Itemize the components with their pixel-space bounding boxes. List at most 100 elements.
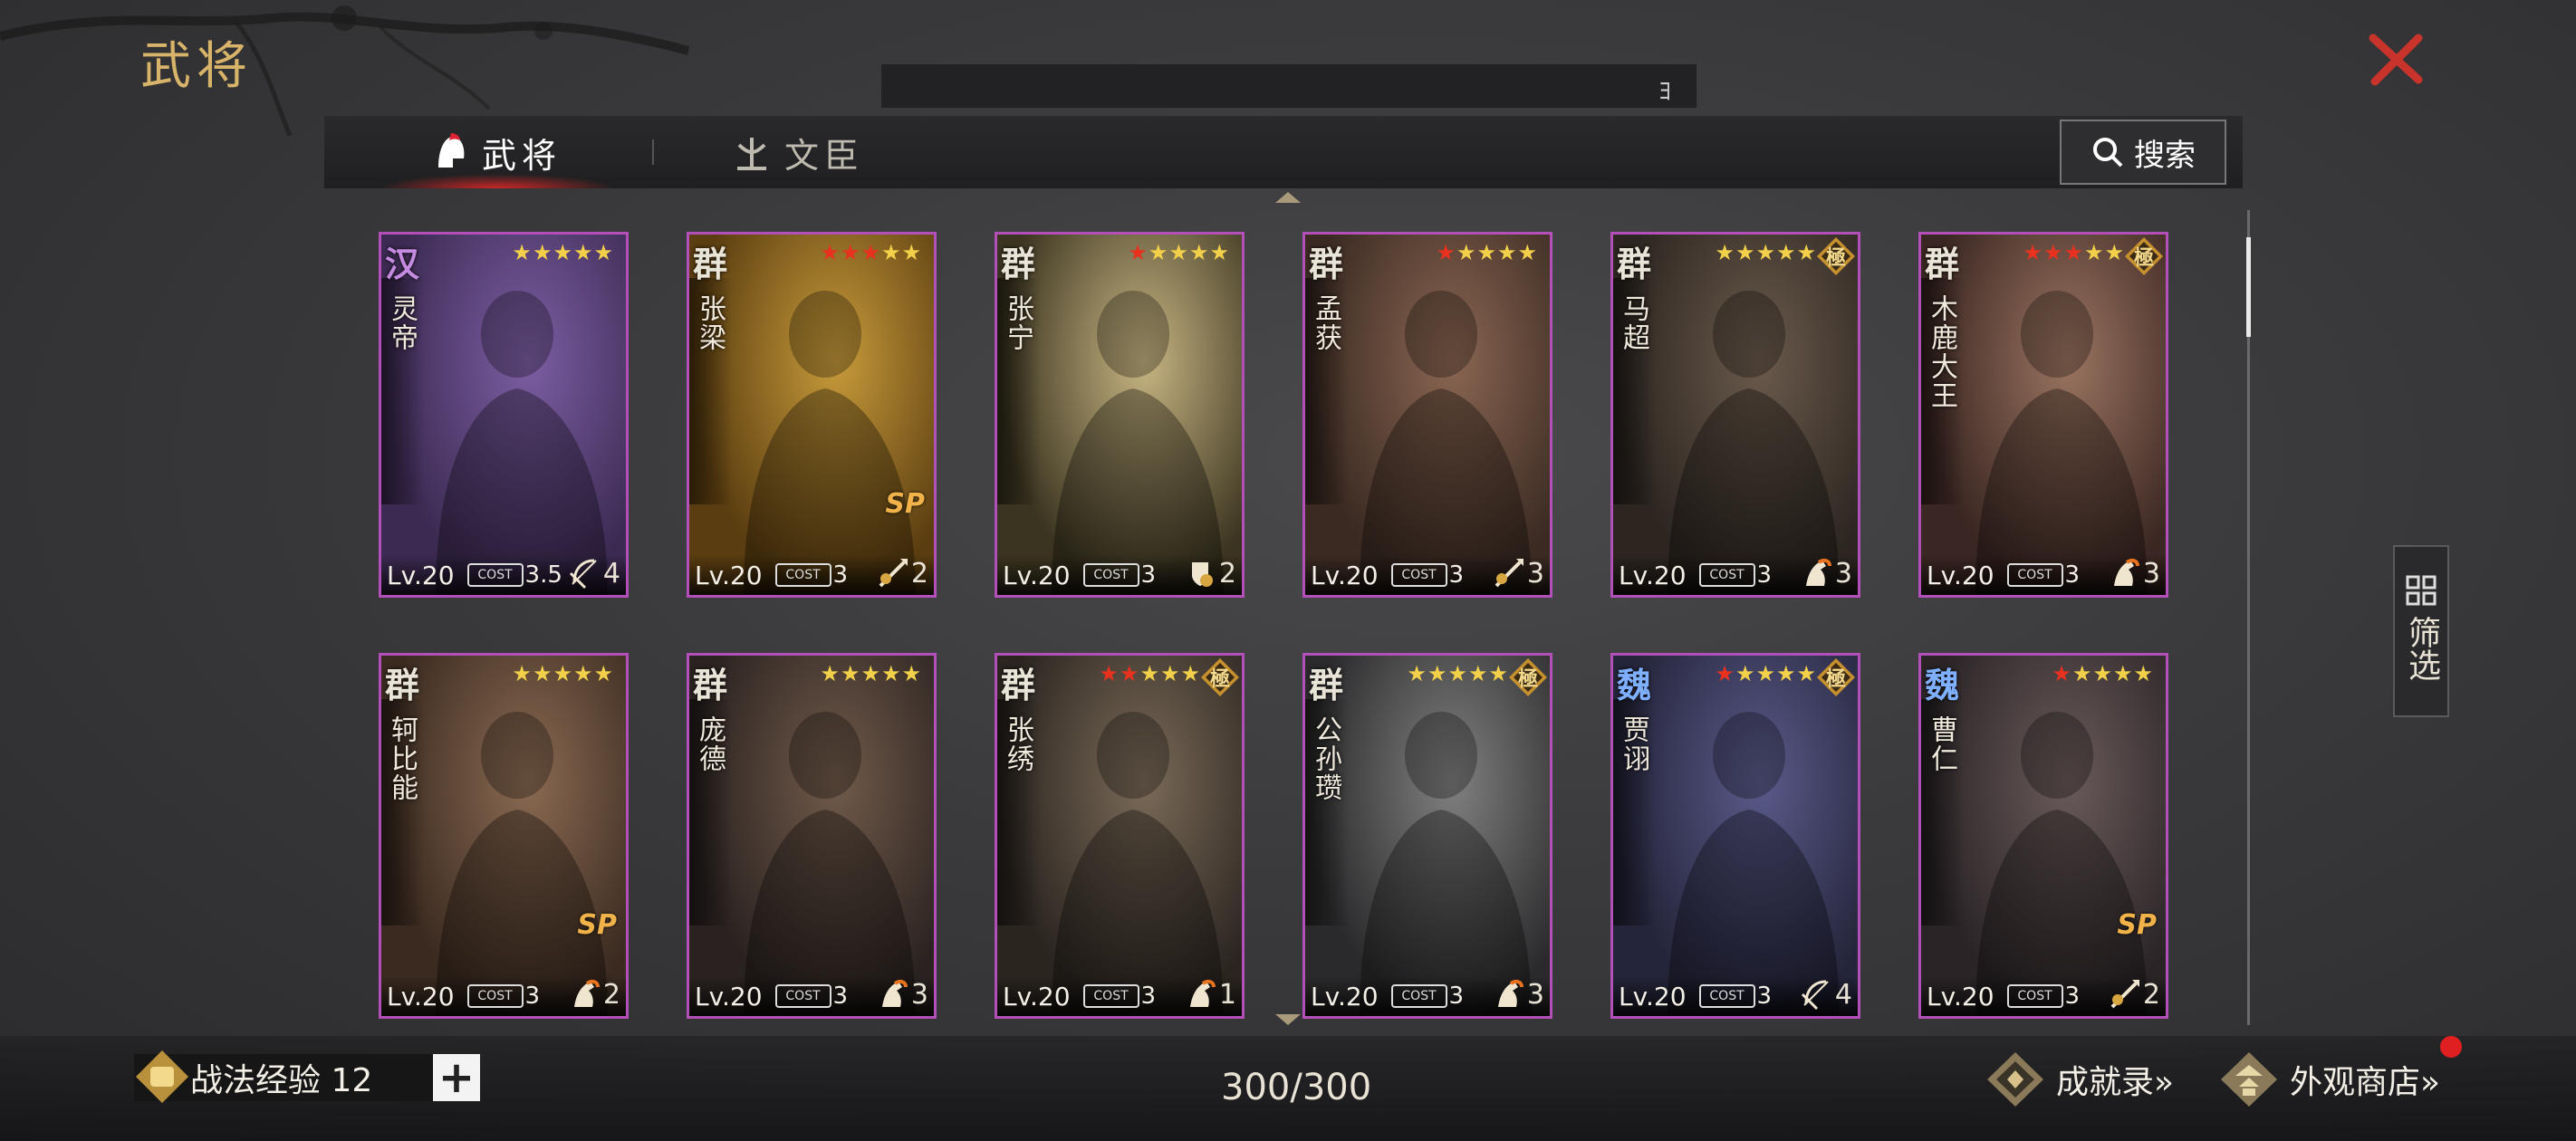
general-card[interactable]: 群张绣 ★ ★ ★ ★ ★ 極 Lv.20 COST 3 1 — [995, 653, 1245, 1019]
tab-bar: 武将 文臣 搜索 — [324, 116, 2243, 188]
cost-display: COST 3 — [1698, 983, 1772, 1010]
star-icon: ★ — [2092, 661, 2112, 686]
tab-ministers-label: 文臣 — [784, 135, 865, 176]
general-card[interactable]: 群张宁 ★ ★ ★ ★ ★ Lv.20 COST 3 2 — [995, 232, 1245, 598]
general-card[interactable]: 汉灵帝 ★ ★ ★ ★ ★ Lv.20 COST 3.5 4 — [379, 232, 629, 598]
general-card-grid: 汉灵帝 ★ ★ ★ ★ ★ Lv.20 COST 3.5 4 群张梁 ★ ★ ★ ★ ★ SP Lv.20 COST… — [379, 232, 2199, 1020]
tab-separator — [652, 139, 654, 165]
star-rating: ★ ★ ★ ★ ★ — [1407, 661, 1508, 686]
cost-icon: COST — [1698, 984, 1755, 1008]
ji-badge: 極 — [1508, 657, 1548, 697]
troop-type: 4 — [1799, 976, 1852, 1011]
red-star-icon: ★ — [2063, 240, 2083, 265]
general-card[interactable]: 群庞德 ★ ★ ★ ★ ★ Lv.20 COST 3 3 — [687, 653, 937, 1019]
star-icon: ★ — [1735, 240, 1755, 265]
sp-badge: SP — [577, 909, 617, 941]
general-name: 张梁 — [694, 294, 726, 352]
ji-label: 極 — [2133, 247, 2154, 270]
faction-label: 汉 — [385, 244, 420, 284]
ji-label: 極 — [1825, 668, 1846, 691]
star-icon: ★ — [1796, 661, 1816, 686]
faction-label: 群 — [385, 666, 420, 705]
general-name: 曹仁 — [1926, 715, 1957, 773]
tab-generals[interactable]: 武将 — [378, 116, 617, 188]
general-card[interactable]: 群孟获 ★ ★ ★ ★ ★ Lv.20 COST 3 3 — [1302, 232, 1552, 598]
level-label: Lv.20 — [1619, 981, 1687, 1012]
tab-generals-label: 武将 — [482, 135, 562, 176]
troop-count: 2 — [602, 979, 620, 1011]
scroll-up-arrow[interactable] — [1275, 192, 1301, 203]
appearance-shop-link[interactable]: 外观商店» — [2217, 1050, 2440, 1108]
cost-display: COST 3 — [774, 561, 849, 589]
cost-value: 3 — [832, 561, 849, 589]
red-star-icon: ★ — [2023, 240, 2043, 265]
scrollbar-thumb[interactable] — [2246, 237, 2251, 337]
general-card[interactable]: 群张梁 ★ ★ ★ ★ ★ SP Lv.20 COST 3 2 — [687, 232, 937, 598]
cost-display: COST 3 — [1082, 561, 1157, 589]
star-icon: ★ — [1180, 661, 1200, 686]
star-rating: ★ ★ ★ ★ ★ — [2023, 240, 2124, 265]
star-icon: ★ — [2071, 661, 2092, 686]
general-card[interactable]: 群轲比能 ★ ★ ★ ★ ★ SP Lv.20 COST 3 2 — [379, 653, 629, 1019]
search-button[interactable]: 搜索 — [2060, 120, 2226, 185]
level-label: Lv.20 — [1927, 981, 1994, 1012]
star-icon: ★ — [1467, 661, 1488, 686]
level-label: Lv.20 — [1619, 560, 1687, 590]
star-icon: ★ — [593, 661, 613, 686]
cost-value: 3 — [1756, 561, 1773, 589]
scholar-icon — [737, 138, 766, 170]
general-card[interactable]: 群公孙瓒 ★ ★ ★ ★ ★ 極 Lv.20 COST 3 3 — [1302, 653, 1552, 1019]
faction-label: 群 — [1309, 666, 1344, 705]
troop-count: 4 — [1834, 979, 1852, 1011]
banner-mark: ﾖ — [1658, 76, 1671, 106]
spear-icon — [1495, 559, 1523, 588]
general-card[interactable]: 魏曹仁 ★ ★ ★ ★ ★ SP Lv.20 COST 3 2 — [1918, 653, 2168, 1019]
helmet-icon — [438, 133, 465, 168]
pagoda-icon — [2221, 1052, 2277, 1107]
general-name: 公孙瓒 — [1310, 715, 1341, 802]
star-icon: ★ — [2104, 240, 2124, 265]
star-icon: ★ — [880, 240, 901, 265]
star-icon: ★ — [1476, 240, 1496, 265]
star-icon: ★ — [1755, 661, 1775, 686]
general-card[interactable]: 群马超 ★ ★ ★ ★ ★ 極 Lv.20 COST 3 3 — [1610, 232, 1860, 598]
general-name: 木鹿大王 — [1926, 294, 1957, 410]
cost-display: COST 3 — [1698, 561, 1773, 589]
tab-ministers[interactable]: 文臣 — [732, 116, 864, 188]
cost-value: 3 — [2064, 983, 2081, 1010]
search-icon — [2093, 138, 2123, 168]
star-icon: ★ — [1775, 661, 1796, 686]
star-rating: ★ ★ ★ ★ ★ — [820, 240, 921, 265]
cost-icon: COST — [1698, 563, 1755, 587]
add-exp-button[interactable]: + — [433, 1054, 480, 1101]
troop-type: 3 — [2107, 555, 2160, 590]
shield-icon — [1191, 562, 1213, 587]
star-rating: ★ ★ ★ ★ ★ — [1715, 661, 1816, 686]
achievement-badge-icon — [1987, 1052, 2043, 1107]
spear-icon — [879, 559, 908, 588]
cost-value: 3 — [1140, 561, 1157, 589]
general-card[interactable]: 群木鹿大王 ★ ★ ★ ★ ★ 極 Lv.20 COST 3 3 — [1918, 232, 2168, 598]
star-icon: ★ — [593, 240, 613, 265]
red-star-icon: ★ — [1119, 661, 1139, 686]
general-card[interactable]: 魏贾诩 ★ ★ ★ ★ ★ 極 Lv.20 COST 3 4 — [1610, 653, 1860, 1019]
ji-badge: 極 — [1816, 657, 1856, 697]
star-icon: ★ — [1775, 240, 1796, 265]
top-banner: ﾖ — [880, 63, 1697, 109]
troop-count: 3 — [1834, 558, 1852, 590]
scrollbar[interactable] — [2246, 210, 2251, 1025]
troop-count: 3 — [910, 979, 928, 1011]
troop-type: 2 — [1183, 555, 1236, 590]
general-name: 轲比能 — [386, 715, 418, 802]
red-star-icon: ★ — [2043, 240, 2063, 265]
horse-icon — [1805, 558, 1831, 586]
faction-label: 魏 — [1617, 666, 1652, 705]
star-icon: ★ — [1715, 240, 1735, 265]
sp-badge: SP — [2117, 909, 2157, 941]
troop-count: 3 — [2142, 558, 2160, 590]
close-icon[interactable] — [2364, 27, 2427, 91]
star-rating: ★ ★ ★ ★ ★ — [1128, 240, 1229, 265]
filter-button[interactable]: 筛选 — [2393, 545, 2449, 717]
achievements-link[interactable]: 成就录» — [1984, 1050, 2174, 1108]
star-icon: ★ — [553, 240, 572, 265]
